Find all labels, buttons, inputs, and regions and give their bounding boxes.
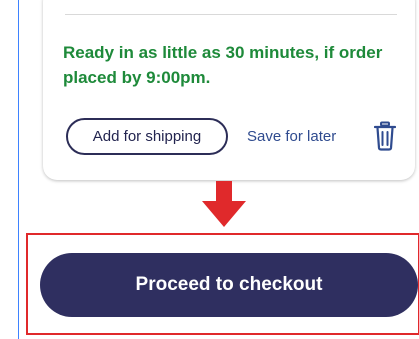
save-for-later-link[interactable]: Save for later xyxy=(247,128,336,145)
arrow-down-icon xyxy=(202,181,246,227)
proceed-to-checkout-button[interactable]: Proceed to checkout xyxy=(40,253,418,317)
card-divider xyxy=(65,14,397,15)
pickup-availability-message: Ready in as little as 30 minutes, if ord… xyxy=(63,43,383,87)
page-edge-line xyxy=(18,0,19,339)
trash-icon[interactable] xyxy=(374,121,396,151)
add-for-shipping-button[interactable]: Add for shipping xyxy=(66,118,228,155)
